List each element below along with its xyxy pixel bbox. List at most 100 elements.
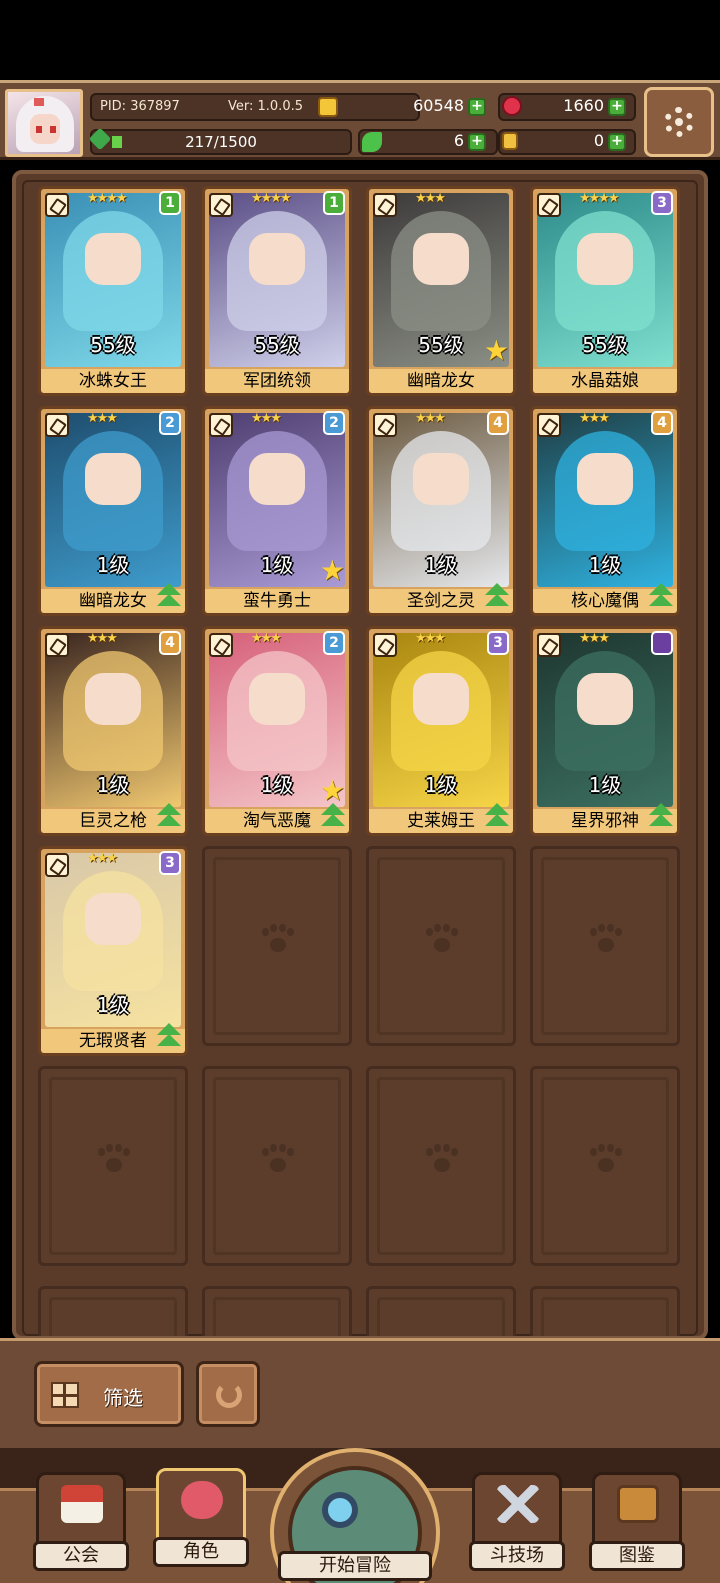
book-icon <box>617 1485 659 1523</box>
nav-guild[interactable]: 公会 <box>33 1472 129 1571</box>
star-rating: ★★★★ <box>579 191 620 206</box>
class-icon <box>537 413 561 437</box>
empty-hero-slot <box>530 1286 680 1336</box>
hero-name: 水晶菇娘 <box>533 369 677 393</box>
star-rating: ★★★ <box>415 411 446 426</box>
hero-level: 55级 <box>90 333 136 357</box>
nav-roles[interactable]: 角色 <box>153 1468 249 1567</box>
hero-level: 1级 <box>424 553 458 577</box>
star-rating: ★★★ <box>87 851 118 866</box>
status-bar <box>0 0 720 80</box>
hero-card[interactable]: ★★★ 4 1级 巨灵之枪 <box>38 626 188 836</box>
pid-text: PID: 367897 <box>100 99 180 114</box>
upgrade-arrow-icon <box>647 583 675 611</box>
nav-codex[interactable]: 图鉴 <box>589 1472 685 1571</box>
tier-badge: 3 <box>487 631 509 655</box>
nav-start-adventure[interactable]: 开始冒险 <box>270 1448 440 1583</box>
hero-card[interactable]: ★★★★ 1 55级 冰蛛女王 <box>38 186 188 396</box>
paw-icon <box>424 924 458 958</box>
hero-card[interactable]: ★★★ 2 1级 蛮牛勇士 ★ <box>202 406 352 616</box>
character-icon <box>181 1481 223 1519</box>
empty-hero-slot <box>530 846 680 1046</box>
hero-name: 蛮牛勇士 <box>205 589 349 613</box>
class-icon <box>209 633 233 657</box>
class-icon <box>373 633 397 657</box>
hero-card[interactable]: ★★★ 2 1级 淘气恶魔 ★ <box>202 626 352 836</box>
hero-card[interactable]: ★★★★ 3 55级 水晶菇娘 <box>530 186 680 396</box>
star-rating: ★★★★ <box>251 191 292 206</box>
gems-plus-button[interactable]: + <box>608 98 626 116</box>
empty-hero-slot <box>366 846 516 1046</box>
star-rating: ★★★ <box>251 631 282 646</box>
tier-badge: 2 <box>323 411 345 435</box>
upgrade-arrow-icon <box>483 583 511 611</box>
tier-badge: 3 <box>159 851 181 875</box>
empty-hero-slot <box>202 1066 352 1266</box>
class-icon <box>45 413 69 437</box>
player-avatar[interactable] <box>5 89 83 157</box>
hero-card[interactable]: ★★★ 4 1级 圣剑之灵 <box>366 406 516 616</box>
star-rating: ★★★★ <box>87 191 128 206</box>
hero-name: 冰蛛女王 <box>41 369 185 393</box>
hero-card[interactable]: ★★★ 2 1级 幽暗龙女 <box>38 406 188 616</box>
gold-coin-icon <box>318 97 338 117</box>
nav-roles-label: 角色 <box>153 1537 249 1567</box>
upgrade-arrow-icon <box>647 803 675 831</box>
clover-plus-button[interactable]: + <box>468 133 486 151</box>
tier-badge: 3 <box>651 191 673 215</box>
hero-card[interactable]: ★★★★ 1 55级 军团统领 <box>202 186 352 396</box>
empty-hero-slot <box>38 1066 188 1266</box>
gems-amount: 1660 <box>563 96 604 115</box>
class-icon <box>537 633 561 657</box>
class-icon <box>373 193 397 217</box>
hero-level: 1级 <box>96 553 130 577</box>
paw-icon <box>260 1144 294 1178</box>
hero-card[interactable]: ★★★ 4 1级 核心魔偶 <box>530 406 680 616</box>
hero-level: 1级 <box>588 553 622 577</box>
star-rating: ★★★ <box>415 191 446 206</box>
version-text: Ver: 1.0.0.5 <box>228 99 303 114</box>
nav-arena-label: 斗技场 <box>469 1541 565 1571</box>
grid-icon <box>51 1382 79 1408</box>
refresh-icon <box>216 1382 242 1408</box>
settings-button[interactable] <box>644 87 714 157</box>
tier-badge: 4 <box>487 411 509 435</box>
hero-level: 55级 <box>254 333 300 357</box>
empty-hero-slot <box>202 846 352 1046</box>
guild-icon <box>61 1485 103 1523</box>
refresh-button[interactable] <box>196 1361 260 1427</box>
upgrade-arrow-icon <box>319 803 347 831</box>
filter-button[interactable]: 筛选 <box>34 1361 184 1427</box>
hero-level: 1级 <box>424 773 458 797</box>
favorite-star-icon: ★ <box>483 334 509 367</box>
class-icon <box>209 193 233 217</box>
star-rating: ★★★ <box>579 411 610 426</box>
gear-icon <box>664 107 694 137</box>
keys-amount: 0 <box>593 131 604 150</box>
tier-badge: 1 <box>323 191 345 215</box>
star-rating: ★★★ <box>251 411 282 426</box>
hero-card[interactable]: ★★★ 1级 星界邪神 <box>530 626 680 836</box>
nav-arena[interactable]: 斗技场 <box>469 1472 565 1571</box>
tier-badge: 4 <box>159 631 181 655</box>
gold-amount: 60548 <box>413 96 464 115</box>
keys-plus-button[interactable]: + <box>608 133 626 151</box>
hero-name: 幽暗龙女 <box>369 369 513 393</box>
empty-hero-slot <box>38 1286 188 1336</box>
nav-start-label: 开始冒险 <box>278 1551 432 1581</box>
gold-plus-button[interactable]: + <box>468 98 486 116</box>
hero-roster-panel[interactable]: ★★★★ 1 55级 冰蛛女王 ★★★★ 1 55级 军团统领 ★★★ 55级 幽暗龙女 ★ ★★★★ 3… <box>12 170 708 1340</box>
player-info: PID: 367897 Ver: 1.0.0.5 <box>90 93 420 121</box>
hero-level: 1级 <box>588 773 622 797</box>
paw-icon <box>424 1144 458 1178</box>
tier-badge: 2 <box>323 631 345 655</box>
class-icon <box>537 193 561 217</box>
nav-codex-label: 图鉴 <box>589 1541 685 1571</box>
empty-hero-slot <box>530 1066 680 1266</box>
hero-card[interactable]: ★★★ 55级 幽暗龙女 ★ <box>366 186 516 396</box>
hero-card[interactable]: ★★★ 3 1级 无瑕贤者 <box>38 846 188 1056</box>
magnifier-icon <box>322 1492 358 1528</box>
empty-hero-slot <box>366 1286 516 1336</box>
hero-card[interactable]: ★★★ 3 1级 史莱姆王 <box>366 626 516 836</box>
star-rating: ★★★ <box>87 411 118 426</box>
